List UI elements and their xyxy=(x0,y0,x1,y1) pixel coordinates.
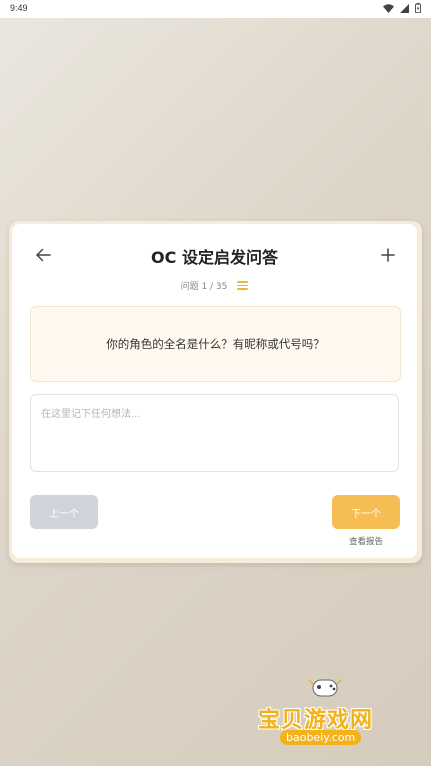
progress-indicator: 问题 1 / 35 xyxy=(12,279,417,292)
status-icons xyxy=(383,3,421,13)
answer-input[interactable] xyxy=(31,395,398,471)
prev-button[interactable]: 上一个 xyxy=(30,495,98,529)
next-button-label: 下一个 xyxy=(351,508,381,520)
battery-icon xyxy=(415,3,421,13)
wifi-icon xyxy=(383,3,394,13)
dialog-card: OC 设定启发问答 问题 1 / 35 你的角色的全名是什么？有昵称或代号吗？ … xyxy=(12,224,417,558)
dialog-title: OC 设定启发问答 xyxy=(151,248,278,267)
status-time: 9:49 xyxy=(10,3,28,13)
add-button[interactable] xyxy=(375,242,401,268)
question-box: 你的角色的全名是什么？有昵称或代号吗？ xyxy=(30,306,401,382)
menu-icon[interactable] xyxy=(237,281,249,290)
oc-qa-dialog: OC 设定启发问答 问题 1 / 35 你的角色的全名是什么？有昵称或代号吗？ … xyxy=(9,221,422,563)
view-report-link[interactable]: 查看报告 xyxy=(332,535,400,547)
status-bar: 9:49 xyxy=(0,0,431,18)
watermark: 宝贝游戏网 baobeiy.com xyxy=(255,672,405,752)
gamepad-icon xyxy=(308,679,342,697)
question-text: 你的角色的全名是什么？有昵称或代号吗？ xyxy=(106,337,325,351)
progress-label: 问题 1 / 35 xyxy=(180,282,228,292)
next-button[interactable]: 下一个 xyxy=(332,495,400,529)
prev-button-label: 上一个 xyxy=(49,508,79,520)
signal-icon xyxy=(400,3,409,13)
answer-box xyxy=(30,394,399,472)
plus-icon xyxy=(381,248,395,262)
watermark-url: baobeiy.com xyxy=(280,730,362,745)
